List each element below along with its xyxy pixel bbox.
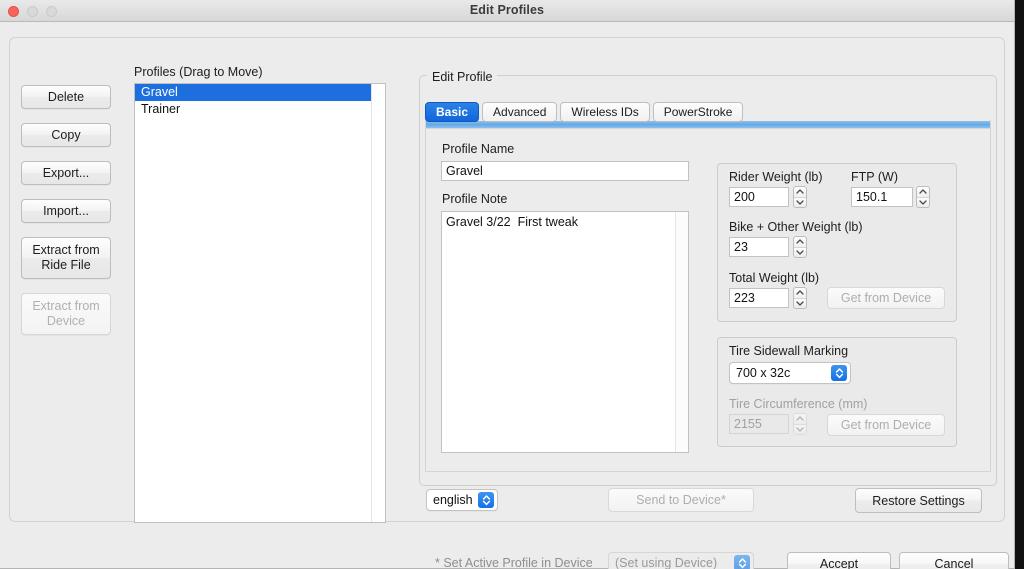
stepper-down-icon[interactable] bbox=[794, 198, 806, 208]
profile-note-text: Gravel 3/22 First tweak bbox=[446, 215, 578, 229]
profiles-list-label: Profiles (Drag to Move) bbox=[134, 65, 263, 79]
profile-tabbar: Basic Advanced Wireless IDs PowerStroke bbox=[425, 102, 744, 122]
rider-weight-input[interactable]: 200 bbox=[729, 187, 789, 207]
tire-sidewall-value: 700 x 32c bbox=[736, 366, 791, 380]
tire-circumference-input: 2155 bbox=[729, 414, 789, 434]
weights-get-from-device-button: Get from Device bbox=[827, 287, 945, 309]
edit-profile-group-title: Edit Profile bbox=[427, 70, 498, 84]
stepper-down-icon bbox=[794, 425, 806, 435]
profile-note-scrollbar[interactable] bbox=[675, 212, 688, 452]
bike-other-weight-input[interactable]: 23 bbox=[729, 237, 789, 257]
stepper-down-icon[interactable] bbox=[794, 299, 806, 309]
profiles-list-scrollbar[interactable] bbox=[371, 84, 385, 522]
stepper-down-icon[interactable] bbox=[917, 198, 929, 208]
ftp-label: FTP (W) bbox=[851, 170, 898, 184]
tab-advanced[interactable]: Advanced bbox=[482, 102, 558, 122]
bike-other-weight-stepper[interactable] bbox=[793, 236, 807, 258]
export-button[interactable]: Export... bbox=[21, 161, 111, 185]
language-value: english bbox=[433, 493, 473, 507]
delete-button[interactable]: Delete bbox=[21, 85, 111, 109]
ftp-stepper[interactable] bbox=[916, 186, 930, 208]
set-active-profile-label: * Set Active Profile in Device bbox=[435, 556, 593, 569]
total-weight-stepper[interactable] bbox=[793, 287, 807, 309]
tire-get-from-device-button: Get from Device bbox=[827, 414, 945, 436]
tire-circumference-label: Tire Circumference (mm) bbox=[729, 397, 868, 411]
cancel-button[interactable]: Cancel bbox=[899, 552, 1009, 569]
restore-settings-button[interactable]: Restore Settings bbox=[855, 488, 982, 513]
stepper-up-icon[interactable] bbox=[794, 288, 806, 299]
window-title: Edit Profiles bbox=[469, 3, 545, 17]
stepper-up-icon[interactable] bbox=[917, 187, 929, 198]
rider-weight-label: Rider Weight (lb) bbox=[729, 170, 823, 184]
total-weight-label: Total Weight (lb) bbox=[729, 271, 820, 285]
profile-name-label: Profile Name bbox=[442, 142, 515, 156]
accept-button[interactable]: Accept bbox=[787, 552, 891, 569]
tire-sidewall-select[interactable]: 700 x 32c bbox=[729, 362, 851, 384]
language-select[interactable]: english bbox=[426, 489, 498, 511]
stepper-down-icon[interactable] bbox=[794, 248, 806, 258]
profile-actions-column: Delete Copy Export... Import... Extract … bbox=[21, 85, 111, 335]
stepper-up-icon[interactable] bbox=[794, 187, 806, 198]
tab-powerstroke[interactable]: PowerStroke bbox=[652, 102, 744, 122]
ftp-input[interactable]: 150.1 bbox=[851, 187, 913, 207]
chevron-updown-icon bbox=[478, 492, 494, 508]
profile-name-input[interactable]: Gravel bbox=[441, 161, 689, 181]
copy-button[interactable]: Copy bbox=[21, 123, 111, 147]
stepper-up-icon bbox=[794, 414, 806, 425]
chevron-updown-icon bbox=[831, 365, 847, 381]
extract-from-ride-file-button[interactable]: Extract from Ride File bbox=[21, 237, 111, 279]
edit-profiles-window: Edit Profiles Delete Copy Export... Impo… bbox=[0, 0, 1015, 569]
tab-pane-focus-bar bbox=[426, 121, 990, 129]
window-titlebar: Edit Profiles bbox=[0, 0, 1014, 22]
import-button[interactable]: Import... bbox=[21, 199, 111, 223]
tire-sidewall-label: Tire Sidewall Marking bbox=[729, 344, 849, 358]
active-profile-select[interactable]: (Set using Device) bbox=[608, 552, 754, 569]
profiles-listbox[interactable]: Gravel Trainer bbox=[134, 83, 386, 523]
list-item[interactable]: Trainer bbox=[135, 101, 385, 118]
chevron-updown-icon bbox=[734, 555, 750, 569]
send-to-device-button: Send to Device* bbox=[608, 488, 754, 512]
active-profile-value: (Set using Device) bbox=[615, 556, 718, 569]
total-weight-input[interactable]: 223 bbox=[729, 288, 789, 308]
tab-basic[interactable]: Basic bbox=[425, 102, 480, 122]
window-body: Delete Copy Export... Import... Extract … bbox=[0, 22, 1015, 569]
stepper-up-icon[interactable] bbox=[794, 237, 806, 248]
screen: Edit Profiles Delete Copy Export... Impo… bbox=[0, 0, 1024, 569]
list-item[interactable]: Gravel bbox=[135, 84, 385, 101]
background-window-sliver bbox=[1015, 0, 1024, 569]
profile-note-label: Profile Note bbox=[442, 192, 508, 206]
tab-wireless-ids[interactable]: Wireless IDs bbox=[560, 102, 650, 122]
profile-note-textarea[interactable]: Gravel 3/22 First tweak bbox=[441, 211, 689, 453]
bike-other-weight-label: Bike + Other Weight (lb) bbox=[729, 220, 863, 234]
extract-from-device-button: Extract from Device bbox=[21, 293, 111, 335]
rider-weight-stepper[interactable] bbox=[793, 186, 807, 208]
tire-circumference-stepper bbox=[793, 413, 807, 435]
